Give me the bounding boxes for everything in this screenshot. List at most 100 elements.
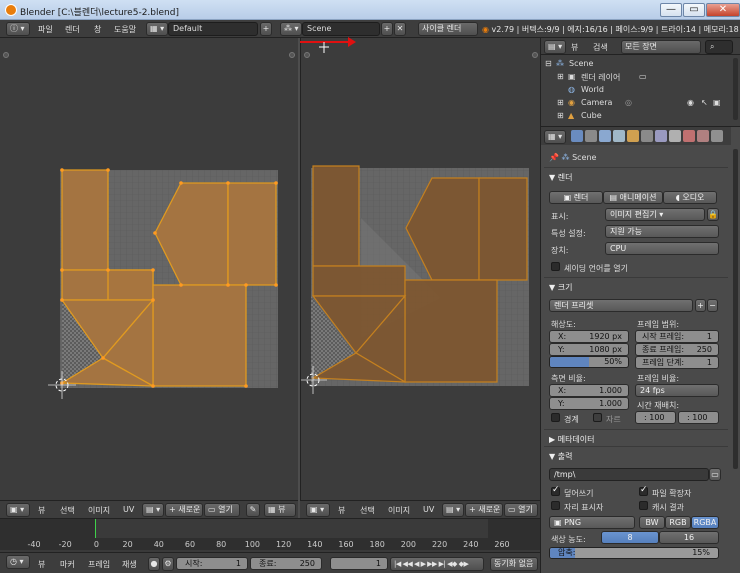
display-mode-select[interactable]: 모든 장면 [621,40,701,54]
uv-face[interactable] [478,177,528,281]
outliner-search-field[interactable]: ⌕ [705,40,733,54]
add-layout-button[interactable]: + [260,22,272,36]
osl-checkbox[interactable] [551,262,560,271]
render-toggle-icon[interactable]: ▣ [713,98,721,107]
resolution-y-field[interactable]: Y: 1080 px [549,343,629,356]
tab-render-layers-icon[interactable] [585,130,597,142]
output-panel-header[interactable]: ▼ 출력 [549,451,572,462]
resolution-x-field[interactable]: X: 1920 px [549,330,629,343]
screen-layout-icon[interactable]: ▦ ▾ [146,22,168,36]
start-frame-field[interactable]: 시작: 1 [176,557,248,570]
image-browse-icon[interactable]: ▤ ▾ [442,503,464,517]
end-frame-field[interactable]: 종료: 250 [250,557,322,570]
add-scene-button[interactable]: + [381,22,393,36]
resolution-percent-field[interactable]: 50% [549,356,629,368]
menu-view[interactable]: 뷰 [571,42,578,53]
sync-mode-select[interactable]: 동기화 없음 [490,557,538,571]
screen-layout-field[interactable]: Default [168,22,258,36]
editor-type-image-button[interactable]: ▣ ▾ [306,503,330,517]
tab-material-icon[interactable] [683,130,695,142]
tab-particles-icon[interactable] [711,130,723,142]
border-checkbox[interactable] [551,413,560,422]
editor-type-outliner-button[interactable]: ▤ ▾ [544,40,566,54]
view-mode-button[interactable]: ▦ 뷰 [264,503,296,517]
outliner-row-render-layers[interactable]: ⊞ ▣ 렌더 레이어 ▭ [541,70,731,83]
new-image-button[interactable]: + 새로운 [465,503,503,517]
uv-face[interactable] [107,269,154,301]
current-frame-indicator[interactable] [95,519,96,538]
color-mode-rgba-button[interactable]: RGBA [691,516,719,529]
color-mode-rgb-button[interactable]: RGB [665,516,691,529]
uv-face[interactable] [404,279,498,383]
tab-modifiers-icon[interactable] [655,130,667,142]
metadata-panel-header[interactable]: ▶ 메타데이터 [549,434,595,445]
editor-type-uv-button[interactable]: ▣ ▾ [6,503,30,517]
menu-window[interactable]: 창 [94,24,101,35]
menu-file[interactable]: 파일 [38,24,53,35]
display-select[interactable]: 이미지 편집기 ▾ [605,208,705,221]
aspect-y-field[interactable]: Y: 1.000 [549,397,629,410]
overwrite-checkbox[interactable] [551,485,560,496]
outliner-scrollbar[interactable] [733,58,738,120]
new-image-button[interactable]: + 새로운 [165,503,203,517]
file-format-select[interactable]: ▣ PNG [549,516,635,529]
collapse-icon[interactable]: ⊟ [545,59,552,68]
pin-icon[interactable]: 📌 [549,153,559,162]
camera-data-icon[interactable]: ◎ [625,98,632,107]
pin-icon[interactable]: ✎ [246,503,260,517]
lock-icon[interactable]: 🔒 [707,208,719,221]
record-icon[interactable]: ● [148,557,160,571]
cache-result-checkbox[interactable] [639,501,648,510]
compression-slider[interactable]: 압축: 15% [549,547,719,559]
delete-scene-button[interactable]: ✕ [394,22,406,36]
tab-world-icon[interactable] [613,130,625,142]
image-canvas[interactable] [301,38,540,500]
menu-search[interactable]: 검색 [593,42,608,53]
menu-marker[interactable]: 마커 [60,559,75,570]
image-browse-icon[interactable]: ▤ ▾ [142,503,164,517]
dimensions-panel-header[interactable]: ▼ 크기 [549,282,572,293]
maximize-button[interactable]: ▭ [683,3,705,17]
image-viewer-viewport[interactable] [300,38,540,500]
playback-controls[interactable]: |◀ ◀◀ ◀ ▶ ▶▶ ▶| ◀◆ ◆▶ [390,557,484,571]
frame-end-field[interactable]: 종료 프레임: 250 [635,343,719,356]
menu-playback[interactable]: 재생 [122,559,137,570]
color-depth-16-button[interactable]: 16 [659,531,719,544]
keying-icon[interactable]: ⚙ [162,557,174,571]
tab-data-icon[interactable] [669,130,681,142]
tab-constraints-icon[interactable] [641,130,653,142]
collapse-icon[interactable]: ⊞ [557,98,564,107]
outliner-row-camera[interactable]: ⊞ ◉ Camera ◎ ◉ ↖ ▣ [541,96,731,109]
tab-texture-icon[interactable] [697,130,709,142]
uv-face[interactable] [227,182,277,286]
time-remap-old-field[interactable]: : 100 [635,411,676,424]
tab-render-icon[interactable] [571,130,583,142]
uv-canvas[interactable] [0,38,298,500]
tab-object-icon[interactable] [627,130,639,142]
render-panel-header[interactable]: ▼ 렌더 [549,172,572,183]
uv-face[interactable] [152,284,247,387]
frame-start-field[interactable]: 시작 프레임: 1 [635,330,719,343]
open-image-button[interactable]: ▭ 열기 [204,503,240,517]
tab-scene-icon[interactable] [599,130,611,142]
menu-frame[interactable]: 프레임 [88,559,110,570]
render-audio-button[interactable]: ◖ 오디오 [663,191,717,204]
timeline-ruler[interactable]: -40 -20 0 20 40 60 80 100 120 140 160 180 200 220 240 2… [0,538,540,550]
open-image-button[interactable]: ▭ 열기 [504,503,538,517]
aspect-x-field[interactable]: X: 1.000 [549,384,629,397]
minimize-button[interactable]: — [660,3,682,17]
render-layer-toggle-icon[interactable]: ▭ [639,72,647,81]
uv-face[interactable] [312,265,406,297]
editor-type-timeline-button[interactable]: ◷ ▾ [6,555,30,569]
menu-uv[interactable]: UV [123,505,134,514]
selectable-arrow-icon[interactable]: ↖ [701,98,708,107]
file-extensions-checkbox[interactable] [639,485,648,496]
time-remap-new-field[interactable]: : 100 [678,411,719,424]
placeholders-checkbox[interactable] [551,501,560,510]
menu-image[interactable]: 이미지 [388,505,410,516]
menu-uv[interactable]: UV [423,505,434,514]
current-frame-field[interactable]: 1 [330,557,388,570]
editor-type-properties-button[interactable]: ▦ ▾ [544,130,566,144]
crop-checkbox[interactable] [593,413,602,422]
menu-help[interactable]: 도움말 [114,24,136,35]
